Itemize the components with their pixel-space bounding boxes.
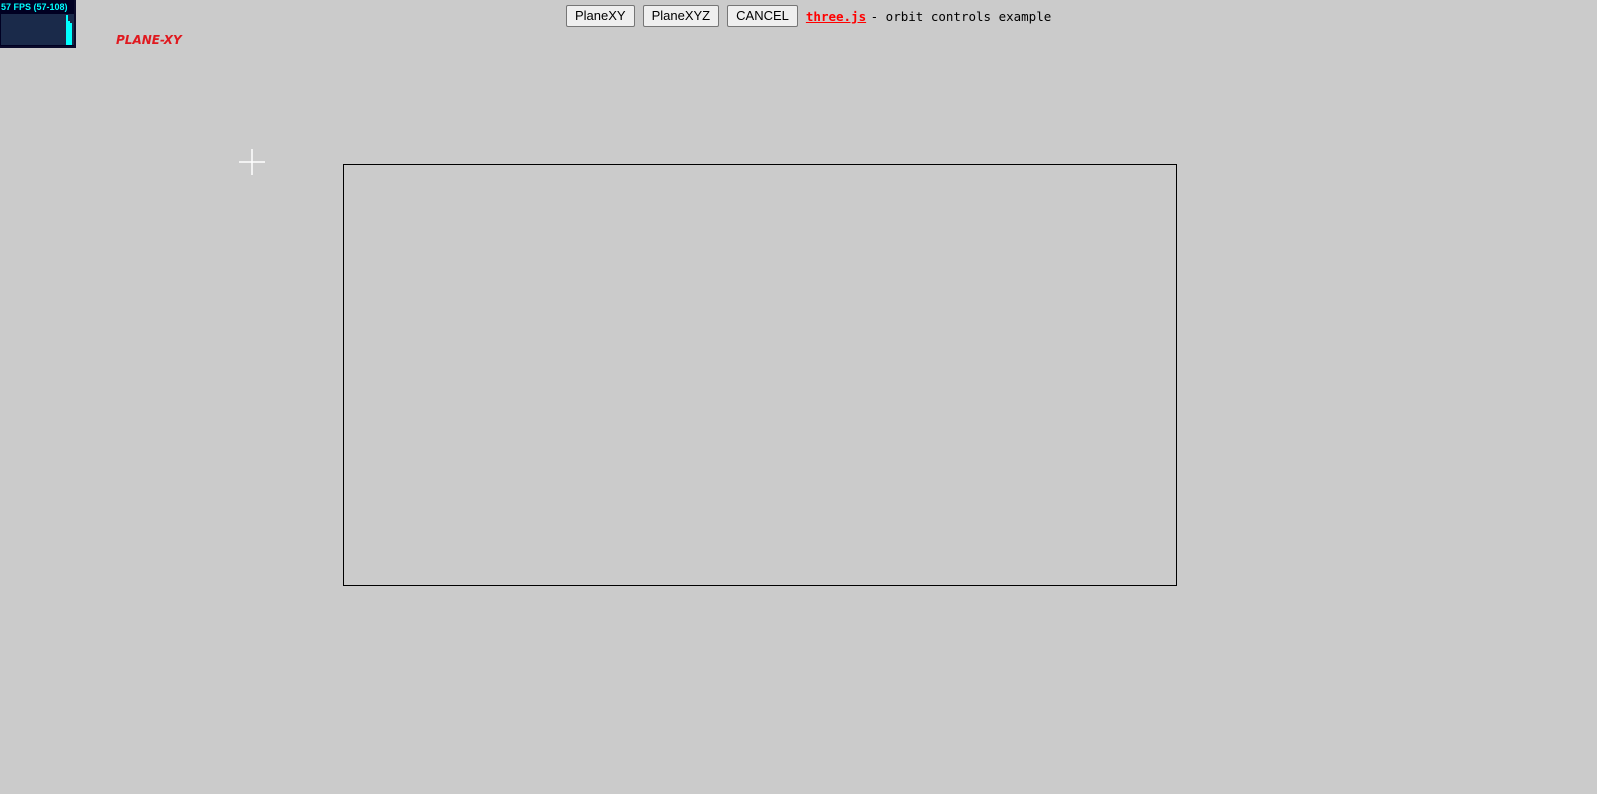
fps-graph-bar [68,21,70,45]
plane-xyz-button[interactable]: PlaneXYZ [642,5,720,27]
fps-graph-bar [66,15,68,45]
fps-graph-bar [70,23,72,45]
mode-label: PLANE-XY [116,33,182,47]
info-description: - orbit controls example [863,8,1052,24]
fps-readout: 57 FPS (57-108) [1,2,68,12]
fps-stats-panel[interactable]: 57 FPS (57-108) [0,0,76,48]
selection-rectangle[interactable] [343,164,1177,586]
fps-graph [1,14,74,45]
cancel-button[interactable]: CANCEL [727,5,798,27]
plane-xy-button[interactable]: PlaneXY [566,5,635,27]
fps-graph-bars [66,15,72,45]
threejs-link[interactable]: three.js [806,9,866,24]
crosshair-icon [239,149,265,175]
